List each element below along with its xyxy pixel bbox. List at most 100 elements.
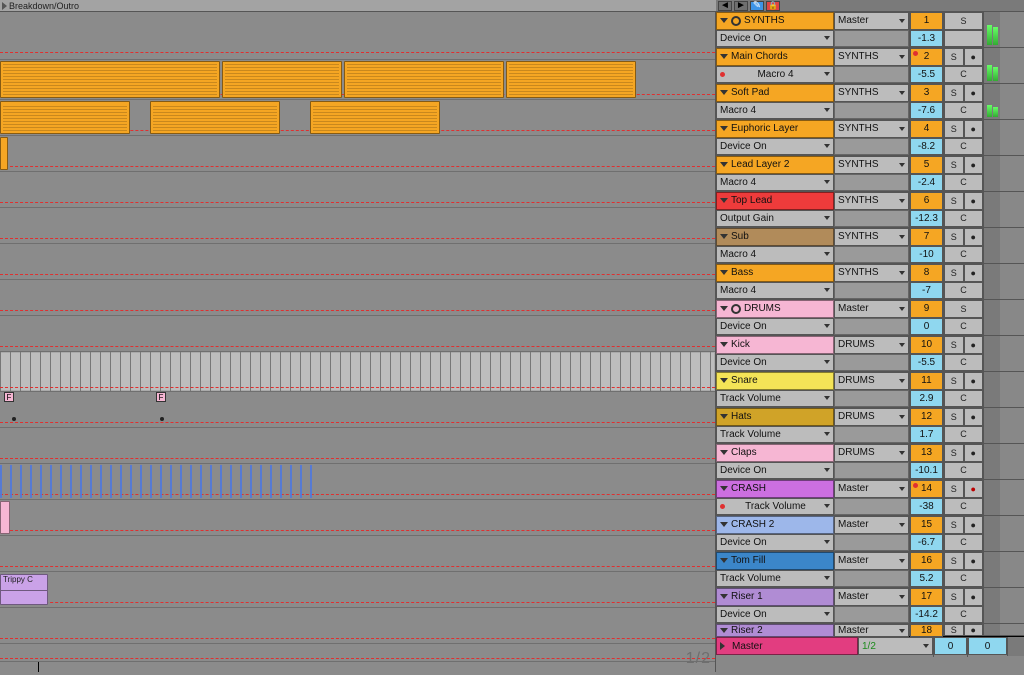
arm-button[interactable]: ● xyxy=(964,372,984,390)
fold-icon[interactable] xyxy=(720,234,728,239)
solo-button[interactable]: S xyxy=(944,408,964,426)
device-chooser[interactable]: Track Volume xyxy=(716,570,834,588)
nav-fwd-button[interactable]: ► xyxy=(734,1,748,11)
solo-button[interactable]: S xyxy=(944,228,964,246)
track-volume[interactable]: -12.3 xyxy=(910,210,943,228)
track-volume[interactable]: -5.5 xyxy=(910,354,943,372)
device-chooser[interactable]: Device On xyxy=(716,318,834,336)
track-volume[interactable]: -14.2 xyxy=(910,606,943,624)
routing-chooser[interactable]: DRUMS xyxy=(834,408,909,426)
arm-button[interactable]: ● xyxy=(964,120,984,138)
clip-claps-stub[interactable] xyxy=(0,501,10,534)
device-chooser[interactable]: Device On xyxy=(716,138,834,156)
clip-main-chords-1[interactable] xyxy=(0,61,220,98)
device-chooser[interactable]: Macro 4 xyxy=(716,102,834,120)
fold-icon[interactable] xyxy=(720,18,728,23)
device-chooser[interactable]: Device On xyxy=(716,30,834,48)
track-volume[interactable]: -2.4 xyxy=(910,174,943,192)
fold-icon[interactable] xyxy=(720,450,728,455)
clip-trippy-2[interactable] xyxy=(0,590,48,605)
device-chooser[interactable]: Track Volume xyxy=(716,426,834,444)
track-header[interactable]: Riser 2 xyxy=(716,624,834,637)
solo-button[interactable]: S xyxy=(944,156,964,174)
fold-icon[interactable] xyxy=(720,558,728,563)
lane-soft-pad[interactable] xyxy=(0,100,715,136)
track-header[interactable]: Bass xyxy=(716,264,834,282)
lane-bass[interactable] xyxy=(0,280,715,316)
clip-hats[interactable] xyxy=(0,465,312,498)
lane-main-chords[interactable] xyxy=(0,60,715,100)
cue-button[interactable]: C xyxy=(944,66,983,84)
cue-button[interactable]: C xyxy=(944,246,983,264)
routing-chooser[interactable]: Master xyxy=(834,12,909,30)
track-row-riser-1[interactable]: Riser 1Device OnMaster17-14.2S●C xyxy=(716,588,1024,624)
device-chooser[interactable]: Macro 4 xyxy=(716,174,834,192)
solo-button[interactable]: S xyxy=(944,192,964,210)
cue-button[interactable]: C xyxy=(944,534,983,552)
track-header[interactable]: Euphoric Layer xyxy=(716,120,834,138)
lock-button[interactable]: 🔒 xyxy=(766,1,780,11)
cue-button[interactable]: C xyxy=(944,318,983,336)
routing-chooser[interactable]: SYNTHS xyxy=(834,84,909,102)
clip-main-chords-4[interactable] xyxy=(506,61,636,98)
device-chooser[interactable]: Track Volume xyxy=(716,390,834,408)
lane-synths[interactable] xyxy=(0,12,715,60)
solo-button[interactable]: S xyxy=(944,552,964,570)
track-volume[interactable]: -10 xyxy=(910,246,943,264)
fold-icon[interactable] xyxy=(720,414,728,419)
track-header[interactable]: Lead Layer 2 xyxy=(716,156,834,174)
fold-icon[interactable] xyxy=(720,270,728,275)
routing-chooser[interactable]: DRUMS xyxy=(834,372,909,390)
arm-button[interactable]: ● xyxy=(964,444,984,462)
track-activator[interactable]: 12 xyxy=(910,408,943,426)
track-row-drums[interactable]: DRUMSDevice OnMaster90SC xyxy=(716,300,1024,336)
track-row-bass[interactable]: BassMacro 4SYNTHS8-7S●C xyxy=(716,264,1024,300)
device-chooser[interactable]: Macro 4 xyxy=(716,246,834,264)
arm-button[interactable]: ● xyxy=(964,588,984,606)
track-header[interactable]: CRASH xyxy=(716,480,834,498)
track-row-kick[interactable]: KickDevice OnDRUMS10-5.5S●C xyxy=(716,336,1024,372)
clip-main-chords-2[interactable] xyxy=(222,61,342,98)
track-volume[interactable]: -6.7 xyxy=(910,534,943,552)
track-activator[interactable]: 18 xyxy=(910,624,943,637)
track-volume[interactable]: -5.5 xyxy=(910,66,943,84)
solo-button[interactable]: S xyxy=(944,624,964,636)
solo-button[interactable]: S xyxy=(944,84,964,102)
device-chooser[interactable]: Output Gain xyxy=(716,210,834,228)
track-row-euphoric-layer[interactable]: Euphoric LayerDevice OnSYNTHS4-8.2S●C xyxy=(716,120,1024,156)
solo-button[interactable]: S xyxy=(944,480,964,498)
solo-button[interactable]: S xyxy=(944,444,964,462)
solo-button[interactable]: S xyxy=(944,372,964,390)
arm-button[interactable]: ● xyxy=(964,624,984,636)
device-chooser[interactable]: Device On xyxy=(716,354,834,372)
routing-chooser[interactable]: SYNTHS xyxy=(834,264,909,282)
cue-button[interactable]: C xyxy=(944,390,983,408)
track-header[interactable]: Sub xyxy=(716,228,834,246)
device-chooser[interactable]: Macro 4 xyxy=(716,282,834,300)
track-header[interactable]: DRUMS xyxy=(716,300,834,318)
track-header[interactable]: SYNTHS xyxy=(716,12,834,30)
track-activator[interactable]: 9 xyxy=(910,300,943,318)
fold-icon[interactable] xyxy=(720,54,728,59)
master-track[interactable]: Master 1/2 0 0 xyxy=(716,636,1024,656)
fold-icon[interactable] xyxy=(720,90,728,95)
solo-button[interactable]: S xyxy=(944,300,983,318)
track-row-lead-layer-2[interactable]: Lead Layer 2Macro 4SYNTHS5-2.4S●C xyxy=(716,156,1024,192)
fold-icon[interactable] xyxy=(720,306,728,311)
track-volume[interactable]: -8.2 xyxy=(910,138,943,156)
lane-snare[interactable] xyxy=(0,428,715,464)
track-header[interactable]: Snare xyxy=(716,372,834,390)
track-activator[interactable]: 17 xyxy=(910,588,943,606)
track-header[interactable]: Tom Fill xyxy=(716,552,834,570)
fold-icon[interactable] xyxy=(720,342,728,347)
track-volume[interactable]: 2.9 xyxy=(910,390,943,408)
track-row-tom-fill[interactable]: Tom FillTrack VolumeMaster165.2S●C xyxy=(716,552,1024,588)
track-row-snare[interactable]: SnareTrack VolumeDRUMS112.9S●C xyxy=(716,372,1024,408)
track-activator[interactable]: 13 xyxy=(910,444,943,462)
solo-button[interactable]: S xyxy=(944,120,964,138)
track-header[interactable]: Hats xyxy=(716,408,834,426)
solo-button[interactable]: S xyxy=(944,264,964,282)
fold-icon[interactable] xyxy=(720,594,728,599)
track-activator[interactable]: 3 xyxy=(910,84,943,102)
device-chooser[interactable]: Device On xyxy=(716,606,834,624)
